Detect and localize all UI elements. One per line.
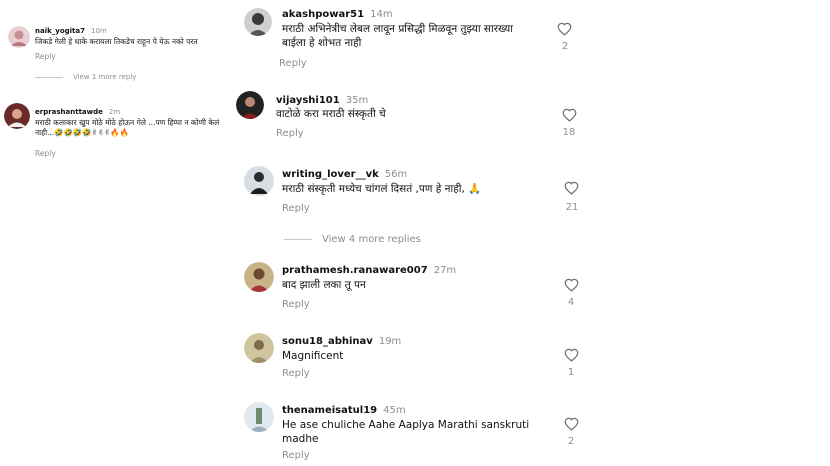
- like-count: 2: [567, 436, 575, 447]
- comment-time: 2m: [108, 108, 121, 116]
- heart-icon[interactable]: [564, 417, 579, 431]
- like-count: 4: [567, 297, 575, 308]
- comment-text: वाटोळे करा मराठी संस्कृती चे: [276, 108, 386, 120]
- reply-button[interactable]: Reply: [282, 299, 310, 310]
- comment-time: 45m: [383, 405, 406, 416]
- comment-time: 14m: [370, 9, 393, 20]
- like-count: 1: [567, 367, 575, 378]
- heart-icon[interactable]: [564, 348, 579, 362]
- comment-username[interactable]: writing_lover__vk 56m: [282, 169, 407, 180]
- comment-time: 10m: [90, 27, 107, 35]
- avatar[interactable]: [244, 8, 272, 36]
- username-text[interactable]: writing_lover__vk: [282, 169, 379, 180]
- avatar[interactable]: [244, 333, 274, 363]
- reply-button[interactable]: Reply: [279, 58, 307, 69]
- reply-button[interactable]: Reply: [276, 128, 304, 139]
- username-text[interactable]: naik_yogita7: [35, 27, 85, 35]
- heart-icon[interactable]: [557, 22, 572, 36]
- comment-text: मराठी अभिनेत्रीच लेबल लावून प्रसिद्धी मि…: [282, 23, 513, 50]
- comment-text: मराठी संस्कृती मध्येच चांगलं दिसतं ,पण ह…: [282, 183, 482, 195]
- comment-text: जिकडे गेली हे धाके करायला तिकडेच राहून प…: [35, 37, 198, 46]
- avatar[interactable]: [4, 103, 30, 129]
- heart-icon[interactable]: [564, 181, 579, 195]
- divider-line: [35, 76, 63, 78]
- view-more-replies-button[interactable]: View 4 more replies: [284, 234, 421, 245]
- reply-button[interactable]: Reply: [35, 52, 56, 61]
- comment-username[interactable]: erprashanttawde 2m: [35, 108, 120, 116]
- avatar[interactable]: [244, 262, 274, 292]
- username-text[interactable]: sonu18_abhinav: [282, 336, 373, 347]
- reply-button[interactable]: Reply: [282, 203, 310, 214]
- comment-text: मराठी कलाकार खुप मोठे मोठे होऊन गेले ...…: [35, 118, 220, 138]
- view-more-replies-button[interactable]: View 1 more reply: [35, 73, 136, 81]
- like-count: 21: [565, 202, 579, 213]
- comment-username[interactable]: akashpowar51 14m: [282, 9, 393, 20]
- avatar[interactable]: [8, 26, 30, 48]
- comment-time: 19m: [378, 336, 402, 347]
- comment-username[interactable]: sonu18_abhinav 19m: [282, 336, 401, 347]
- like-count: 18: [562, 127, 576, 138]
- username-text[interactable]: akashpowar51: [282, 9, 364, 20]
- username-text[interactable]: vijayshi101: [276, 95, 340, 106]
- reply-button[interactable]: Reply: [35, 149, 56, 158]
- like-count: 2: [561, 41, 569, 52]
- reply-button[interactable]: Reply: [282, 368, 310, 379]
- view-more-label: View 4 more replies: [322, 234, 421, 245]
- username-text[interactable]: prathamesh.ranaware007: [282, 265, 428, 276]
- avatar[interactable]: [236, 91, 264, 119]
- username-text[interactable]: thenameisatul19: [282, 405, 377, 416]
- divider-line: [284, 238, 312, 240]
- comment-username[interactable]: thenameisatul19 45m: [282, 405, 406, 416]
- heart-icon[interactable]: [562, 108, 577, 122]
- avatar[interactable]: [244, 166, 274, 196]
- comment-time: 56m: [384, 169, 408, 180]
- comment-username[interactable]: vijayshi101 35m: [276, 95, 368, 106]
- comment-text: He ase chuliche Aahe Aaplya Marathi sans…: [282, 419, 530, 446]
- comment-text: Magnificent: [282, 350, 344, 362]
- comment-text: बाद झाली लका तू पन: [282, 279, 366, 291]
- comment-time: 27m: [433, 265, 457, 276]
- comment-username[interactable]: prathamesh.ranaware007 27m: [282, 265, 456, 276]
- comment-time: 35m: [345, 95, 369, 106]
- reply-button[interactable]: Reply: [282, 450, 310, 461]
- comment-username[interactable]: naik_yogita7 10m: [35, 27, 107, 35]
- heart-icon[interactable]: [564, 278, 579, 292]
- username-text[interactable]: erprashanttawde: [35, 108, 103, 116]
- avatar[interactable]: [244, 402, 274, 432]
- view-more-label: View 1 more reply: [73, 73, 137, 81]
